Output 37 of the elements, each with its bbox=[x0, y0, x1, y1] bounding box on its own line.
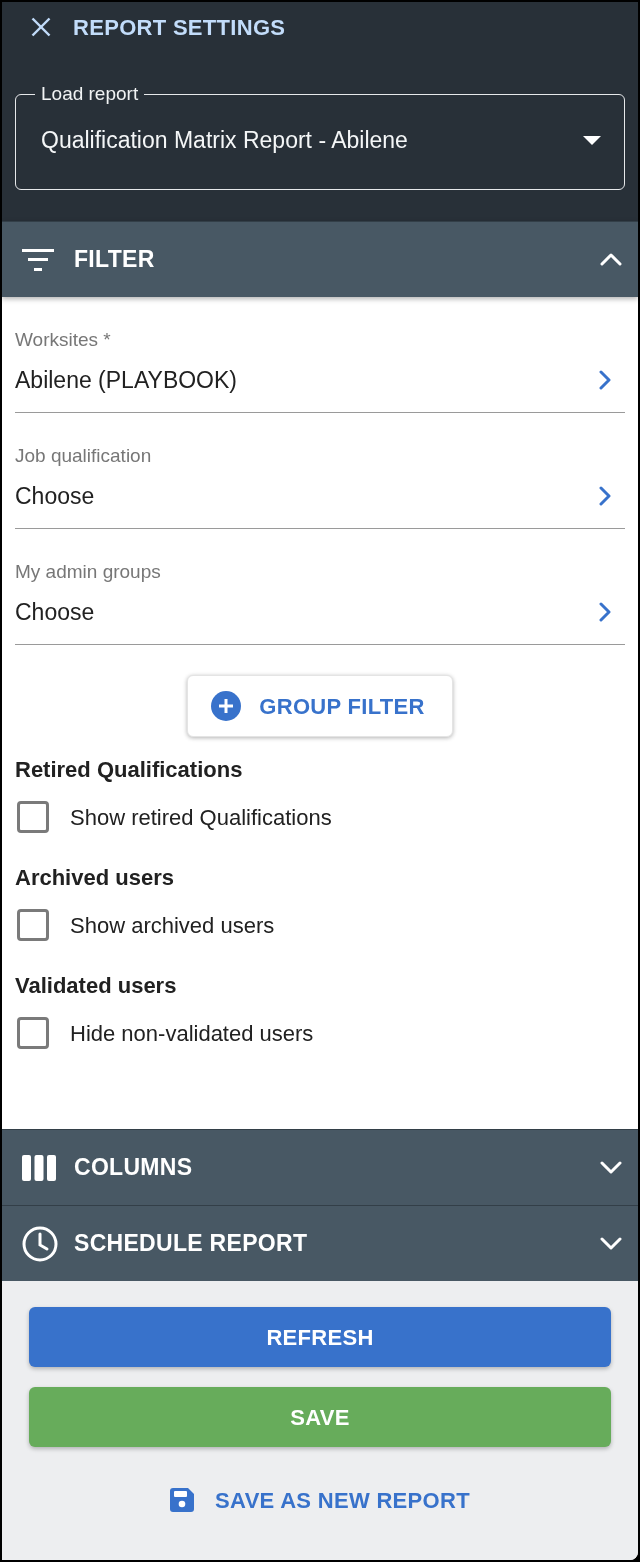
picker-row[interactable]: My admin groups Choose bbox=[15, 529, 625, 645]
checkbox[interactable] bbox=[17, 1017, 49, 1049]
group-filter-button[interactable]: GROUP FILTER bbox=[187, 675, 453, 737]
checkbox-label: Show archived users bbox=[70, 911, 275, 940]
plus-circle-icon bbox=[211, 691, 242, 721]
field-label: Job qualification bbox=[15, 444, 153, 468]
dropdown-value: Qualification Matrix Report - Abilene bbox=[41, 126, 408, 155]
option-heading: Retired Qualifications bbox=[15, 756, 244, 784]
close-button[interactable] bbox=[31, 17, 51, 37]
chevron-right-icon bbox=[599, 486, 611, 506]
picker-value: Choose bbox=[15, 598, 96, 627]
checkbox-label: Hide non-validated users bbox=[70, 1019, 314, 1048]
picker-value: Choose bbox=[15, 482, 96, 511]
close-icon bbox=[31, 17, 51, 37]
save-as-new-link[interactable]: SAVE AS NEW REPORT bbox=[166, 1480, 474, 1520]
caret-down-icon bbox=[583, 135, 601, 145]
picker-value: Abilene (PLAYBOOK) bbox=[15, 366, 238, 395]
option-heading: Validated users bbox=[15, 972, 178, 1000]
field-label: My admin groups bbox=[15, 560, 162, 584]
filter-icon bbox=[22, 248, 54, 271]
checkbox[interactable] bbox=[17, 801, 49, 833]
field-label: Load report bbox=[40, 83, 140, 105]
section-header[interactable]: SCHEDULE REPORT bbox=[2, 1205, 638, 1281]
section-header[interactable]: COLUMNS bbox=[2, 1129, 638, 1205]
chevron-right-icon bbox=[599, 602, 611, 622]
picker-row[interactable]: Worksites * Abilene (PLAYBOOK) bbox=[15, 297, 625, 413]
field-label: Worksites * bbox=[15, 328, 112, 352]
checkbox-label: Show retired Qualifications bbox=[70, 803, 332, 832]
columns-icon bbox=[22, 1154, 56, 1181]
refresh-button[interactable]: REFRESH bbox=[29, 1307, 611, 1367]
section-header[interactable]: FILTER bbox=[2, 221, 638, 297]
chevron-right-icon bbox=[599, 370, 611, 390]
panel-title: REPORT SETTINGS bbox=[73, 13, 286, 42]
option-heading: Archived users bbox=[15, 864, 175, 892]
picker-row[interactable]: Job qualification Choose bbox=[15, 413, 625, 529]
clock-icon bbox=[22, 1225, 58, 1262]
checkbox[interactable] bbox=[17, 909, 49, 941]
